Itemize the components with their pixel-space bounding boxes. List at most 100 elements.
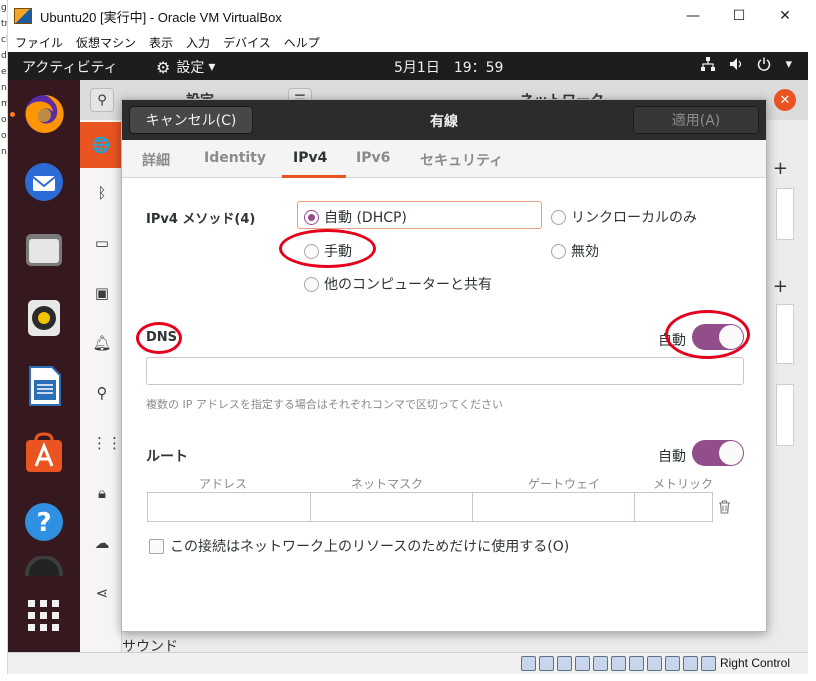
- display-status-icon[interactable]: [629, 656, 644, 671]
- recording-status-icon[interactable]: [647, 656, 662, 671]
- running-indicator: [10, 112, 15, 117]
- sidebar-privacy-icon[interactable]: 🔒︎: [92, 484, 112, 502]
- mouse-status-icon[interactable]: [683, 656, 698, 671]
- route-col-gateway: ゲートウェイ: [528, 477, 601, 491]
- volume-icon: [729, 57, 743, 75]
- method-shared-radio[interactable]: 他のコンピューターと共有: [304, 274, 492, 294]
- shared-folders-status-icon[interactable]: [611, 656, 626, 671]
- cpu-status-icon[interactable]: [665, 656, 680, 671]
- method-disabled-label: 無効: [571, 244, 599, 260]
- gear-icon: ⚙: [156, 57, 171, 77]
- vbox-titlebar: Ubuntu20 [実行中] - Oracle VM VirtualBox — …: [8, 0, 808, 32]
- add-vpn-icon[interactable]: +: [773, 276, 788, 297]
- network-status-icon[interactable]: [575, 656, 590, 671]
- show-applications-icon[interactable]: [20, 592, 68, 640]
- settings-sidebar: 🌐 ᛒ ▭ ▣ 🔔︎ ⚲ ⋮⋮ 🔒︎ ☁ ⋖: [80, 120, 122, 652]
- sidebar-appearance-icon[interactable]: ▣: [92, 284, 112, 302]
- close-button[interactable]: ✕: [762, 0, 808, 32]
- libreoffice-writer-icon[interactable]: [20, 362, 68, 410]
- sidebar-notifications-icon[interactable]: 🔔︎: [92, 334, 112, 352]
- vbox-statusbar: Right Control: [8, 652, 808, 674]
- host-text: tr: [1, 19, 8, 29]
- optical-status-icon[interactable]: [539, 656, 554, 671]
- maximize-button[interactable]: ☐: [716, 0, 762, 32]
- usb-status-icon[interactable]: [593, 656, 608, 671]
- minimize-button[interactable]: —: [670, 0, 716, 32]
- host-text: na: [1, 83, 7, 93]
- delete-route-icon[interactable]: [718, 500, 731, 514]
- route-netmask-input[interactable]: [310, 492, 473, 522]
- dns-input[interactable]: [146, 357, 744, 385]
- tab-ipv6[interactable]: IPv6: [356, 150, 390, 166]
- menu-help[interactable]: ヘルプ: [284, 34, 320, 51]
- host-text: om: [1, 131, 7, 141]
- window-bottom-edge: [0, 674, 816, 681]
- firefox-icon[interactable]: [20, 90, 68, 138]
- rhythmbox-icon[interactable]: [20, 294, 68, 342]
- menu-devices[interactable]: デバイス: [223, 34, 271, 51]
- method-disabled-radio[interactable]: 無効: [551, 241, 599, 261]
- sidebar-applications-icon[interactable]: ⋮⋮: [92, 434, 122, 452]
- sidebar-search-icon[interactable]: ⚲: [92, 384, 112, 402]
- activities-button[interactable]: アクティビティ: [22, 57, 118, 77]
- menu-view[interactable]: 表示: [149, 34, 173, 51]
- tab-details[interactable]: 詳細: [142, 150, 170, 170]
- ipv4-method-label: IPv4 メソッド(4): [146, 212, 256, 227]
- sidebar-network-icon[interactable]: 🌐: [80, 122, 122, 168]
- apply-button[interactable]: 適用(A): [633, 106, 759, 134]
- method-dhcp-radio[interactable]: 自動 (DHCP): [304, 207, 407, 227]
- search-icon[interactable]: ⚲: [90, 88, 114, 112]
- menu-file[interactable]: ファイル: [15, 34, 63, 51]
- help-icon[interactable]: ?: [20, 498, 68, 546]
- annotation-circle-dns-toggle: [665, 310, 750, 359]
- menu-machine[interactable]: 仮想マシン: [76, 34, 136, 51]
- thunderbird-icon[interactable]: [20, 158, 68, 206]
- software-center-icon[interactable]: [20, 430, 68, 478]
- dialog-header: キャンセル(C) 有線 適用(A): [122, 100, 766, 140]
- route-col-address: アドレス: [199, 477, 248, 491]
- method-shared-label: 他のコンピューターと共有: [324, 277, 492, 293]
- app-menu-label: 設定: [176, 60, 205, 76]
- only-local-resources-checkbox[interactable]: この接続はネットワーク上のリソースのためだけに使用する(O): [149, 536, 569, 556]
- optical-disc-icon[interactable]: [20, 556, 68, 576]
- route-metric-input[interactable]: [634, 492, 713, 522]
- host-text: ch: [1, 35, 7, 45]
- radio-indicator: [551, 243, 566, 259]
- method-link-local-radio[interactable]: リンクローカルのみ: [551, 207, 697, 227]
- add-connection-icon[interactable]: +: [773, 158, 788, 179]
- ubuntu-topbar: アクティビティ ⚙ 設定 ▾ 5月1日 19：59 ▾: [8, 52, 808, 80]
- host-desktop-strip: g tr ch d e na ma og om ne: [0, 0, 8, 681]
- only-local-resources-label: この接続はネットワーク上のリソースのためだけに使用する(O): [170, 539, 570, 555]
- sidebar-online-accounts-icon[interactable]: ☁: [92, 534, 112, 552]
- sidebar-bluetooth-icon[interactable]: ᛒ: [92, 184, 112, 202]
- host-text: ne: [1, 147, 7, 157]
- host-text: d: [1, 51, 7, 61]
- app-menu[interactable]: ⚙ 設定 ▾: [156, 57, 215, 77]
- tab-identity[interactable]: Identity: [204, 150, 266, 166]
- annotation-circle-dns: [136, 322, 182, 354]
- settings-close-icon[interactable]: ✕: [774, 89, 796, 111]
- system-tray[interactable]: ▾: [701, 57, 792, 75]
- files-icon[interactable]: [20, 226, 68, 274]
- route-gateway-input[interactable]: [472, 492, 635, 522]
- menu-input[interactable]: 入力: [186, 34, 210, 51]
- sidebar-sharing-icon[interactable]: ⋖: [92, 584, 112, 602]
- bg-card: [776, 384, 794, 446]
- routes-auto-toggle[interactable]: [692, 440, 744, 466]
- network-icon: [701, 57, 716, 75]
- wired-settings-dialog: キャンセル(C) 有線 適用(A) 詳細 Identity IPv4 IPv6 …: [121, 99, 767, 632]
- tab-ipv4[interactable]: IPv4: [293, 150, 327, 166]
- audio-status-icon[interactable]: [557, 656, 572, 671]
- svg-text:?: ?: [36, 508, 51, 538]
- method-dhcp-label: 自動 (DHCP): [324, 210, 407, 226]
- radio-checked-indicator: [304, 209, 319, 225]
- host-text: ma: [0, 96, 7, 112]
- tab-security[interactable]: セキュリティ: [420, 150, 503, 170]
- route-address-input[interactable]: [147, 492, 311, 522]
- hdd-status-icon[interactable]: [521, 656, 536, 671]
- sidebar-background-icon[interactable]: ▭: [92, 234, 112, 252]
- keyboard-status-icon[interactable]: [701, 656, 716, 671]
- radio-indicator: [304, 276, 319, 292]
- clock[interactable]: 5月1日 19：59: [394, 57, 503, 77]
- routes-label: ルート: [146, 449, 188, 465]
